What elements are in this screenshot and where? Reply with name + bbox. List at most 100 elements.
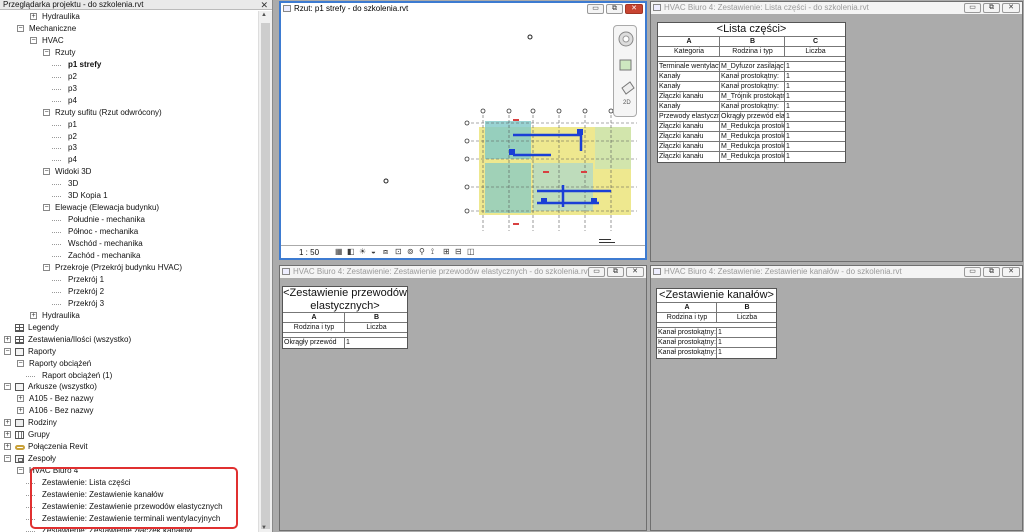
close-button[interactable]: ✕ bbox=[626, 267, 644, 277]
tree-item[interactable]: p3 bbox=[0, 142, 258, 154]
minimize-button[interactable]: ▭ bbox=[964, 3, 981, 13]
expand-icon[interactable]: + bbox=[17, 407, 24, 415]
collapse-icon[interactable]: − bbox=[17, 24, 24, 32]
table-row[interactable]: Kanały Kanał prostokątny: 1 bbox=[658, 72, 845, 82]
tree-item[interactable]: − Raporty obciążeń bbox=[0, 358, 258, 370]
table-row[interactable]: Kanał prostokątny: 1 bbox=[657, 338, 776, 348]
collapse-icon[interactable]: − bbox=[4, 455, 11, 463]
minimize-button[interactable]: ▭ bbox=[587, 4, 604, 14]
tree-item[interactable]: + Rodziny bbox=[0, 417, 258, 429]
detail-level-icon[interactable]: ▦ bbox=[335, 248, 343, 256]
column-letter-row[interactable]: AB bbox=[283, 313, 407, 323]
tree-item[interactable]: Legendy bbox=[0, 322, 258, 334]
tree-item[interactable]: + Hydraulika bbox=[0, 11, 258, 23]
table-row[interactable]: Złączki kanałuM_Redukcja prostokątna1 bbox=[658, 132, 845, 142]
close-button[interactable]: ✕ bbox=[1002, 3, 1020, 13]
table-row[interactable]: Złączki kanałuM_Redukcja prostokątna1 bbox=[658, 152, 845, 162]
window-title-bar[interactable]: HVAC Biuro 4: Zestawienie: Lista części … bbox=[651, 2, 1022, 14]
tree-item[interactable]: 3D Kopia 1 bbox=[0, 190, 258, 202]
collapse-icon[interactable]: − bbox=[43, 263, 50, 271]
expand-icon[interactable]: + bbox=[30, 311, 37, 319]
tree-item[interactable]: + A106 - Bez nazwy bbox=[0, 405, 258, 417]
close-button[interactable]: ✕ bbox=[625, 4, 643, 14]
temporary-hide-icon[interactable]: ⊚ bbox=[407, 248, 415, 256]
tree-item[interactable]: − Rzuty sufitu (Rzut odwrócony) bbox=[0, 107, 258, 119]
minimize-button[interactable]: ▭ bbox=[964, 267, 981, 277]
tree-item[interactable]: Raport obciążeń (1) bbox=[0, 370, 258, 382]
collapse-icon[interactable]: − bbox=[4, 383, 11, 391]
scrollbar-thumb[interactable] bbox=[261, 23, 270, 529]
sun-path-icon[interactable]: ☀ bbox=[359, 248, 367, 256]
window-flex-ducts-schedule[interactable]: HVAC Biuro 4: Zestawienie: Zestawienie p… bbox=[279, 265, 647, 531]
plan-canvas[interactable]: 2D 1 : 50 ▦ ◧ ☀ ◒ ⧈ ⊡ ⊚ ⚲ ⟟ ⊞ ⊟ ◫ bbox=[281, 15, 645, 258]
reveal-hidden-icon[interactable]: ⚲ bbox=[419, 248, 427, 256]
table-row[interactable]: Przewody elastyczneOkrągły przewód elast… bbox=[658, 112, 845, 122]
window-ducts-schedule[interactable]: HVAC Biuro 4: Zestawienie: Zestawienie k… bbox=[650, 265, 1023, 531]
constraints-icon[interactable]: ⊟ bbox=[455, 248, 463, 256]
tree-item[interactable]: − Arkusze (wszystko) bbox=[0, 381, 258, 393]
collapse-icon[interactable]: − bbox=[17, 467, 24, 475]
table-row[interactable]: Złączki kanałuM_Redukcja prostokątna1 bbox=[658, 122, 845, 132]
table-row[interactable]: Okrągły przewód 1 bbox=[283, 338, 407, 348]
schedule-canvas[interactable]: <Zestawienie kanałów> A B Rodzina i typ Licz… bbox=[651, 278, 1022, 530]
tree-item[interactable]: p1 bbox=[0, 119, 258, 131]
tree-item[interactable]: + Połączenia Revit bbox=[0, 441, 258, 453]
collapse-icon[interactable]: − bbox=[17, 359, 24, 367]
tree-item[interactable]: p1 strefy bbox=[0, 59, 258, 71]
expand-icon[interactable]: + bbox=[4, 431, 11, 439]
tree-item[interactable]: 3D bbox=[0, 178, 258, 190]
table-row[interactable]: Kanały Kanał prostokątny: 1 bbox=[658, 102, 845, 112]
window-title-bar[interactable]: Rzut: p1 strefy - do szkolenia.rvt ▭ ⧉ ✕ bbox=[281, 3, 645, 15]
tree-item[interactable]: p2 bbox=[0, 71, 258, 83]
collapse-icon[interactable]: − bbox=[4, 347, 11, 355]
tree-item[interactable]: − Zespoły bbox=[0, 453, 258, 465]
restore-button[interactable]: ⧉ bbox=[983, 3, 1000, 13]
tree-item[interactable]: p3 bbox=[0, 83, 258, 95]
collapse-icon[interactable]: − bbox=[43, 48, 50, 56]
parts-schedule-table[interactable]: <Lista części> A B C Kategoria Rodzina i typ L… bbox=[657, 22, 846, 163]
close-button[interactable]: ✕ bbox=[1002, 267, 1020, 277]
expand-icon[interactable]: + bbox=[30, 13, 37, 20]
tree-item[interactable]: − HVAC bbox=[0, 35, 258, 47]
tree-item[interactable]: Wschód - mechanika bbox=[0, 238, 258, 250]
flex-ducts-schedule-table[interactable]: <Zestawienie przewodów elastycznych> A B Ro… bbox=[282, 286, 408, 349]
tree-item[interactable]: − Rzuty bbox=[0, 47, 258, 59]
shadows-icon[interactable]: ◒ bbox=[371, 248, 379, 256]
visual-style-icon[interactable]: ◧ bbox=[347, 248, 355, 256]
minimize-button[interactable]: ▭ bbox=[588, 267, 605, 277]
ducts-schedule-table[interactable]: <Zestawienie kanałów> A B Rodzina i typ Licz… bbox=[656, 288, 777, 359]
view-scale[interactable]: 1 : 50 bbox=[299, 247, 319, 258]
collapse-icon[interactable]: − bbox=[43, 168, 50, 176]
tree-item[interactable]: Przekrój 1 bbox=[0, 274, 258, 286]
tree-scrollbar[interactable]: ▲ ▼ bbox=[258, 11, 272, 532]
tree-item[interactable]: Przekrój 3 bbox=[0, 298, 258, 310]
tree-item[interactable]: + Zestawienia/Ilości (wszystko) bbox=[0, 334, 258, 346]
tree-item[interactable]: Zachód - mechanika bbox=[0, 250, 258, 262]
scroll-up-icon[interactable]: ▲ bbox=[261, 12, 267, 18]
expand-icon[interactable]: + bbox=[4, 443, 11, 451]
tree-item[interactable]: p4 bbox=[0, 95, 258, 107]
expand-icon[interactable]: + bbox=[4, 335, 11, 343]
column-letter-row[interactable]: AB C bbox=[658, 37, 845, 47]
table-row[interactable]: Kanał prostokątny: 1 bbox=[657, 328, 776, 338]
tree-item[interactable]: Przekrój 2 bbox=[0, 286, 258, 298]
window-title-bar[interactable]: HVAC Biuro 4: Zestawienie: Zestawienie p… bbox=[280, 266, 646, 278]
tree-item[interactable]: Północ - mechanika bbox=[0, 226, 258, 238]
column-letter-row[interactable]: AB bbox=[657, 303, 776, 313]
tree-item[interactable]: − Elewacje (Elewacja budynku) bbox=[0, 202, 258, 214]
column-header-row[interactable]: Kategoria Rodzina i typ Liczba bbox=[658, 47, 845, 57]
analytical-model-icon[interactable]: ⟟ bbox=[431, 248, 439, 256]
table-row[interactable]: Złączki kanałuM_Redukcja prostokątna1 bbox=[658, 142, 845, 152]
restore-button[interactable]: ⧉ bbox=[607, 267, 624, 277]
tree-item[interactable]: − Widoki 3D bbox=[0, 166, 258, 178]
table-row[interactable]: Kanał prostokątny: 1 bbox=[657, 348, 776, 358]
window-title-bar[interactable]: HVAC Biuro 4: Zestawienie: Zestawienie k… bbox=[651, 266, 1022, 278]
tree-item[interactable]: Południe - mechanika bbox=[0, 214, 258, 226]
column-header-row[interactable]: Rodzina i typ Liczba bbox=[657, 313, 776, 323]
tree-item[interactable]: + Grupy bbox=[0, 429, 258, 441]
tree-item[interactable]: p2 bbox=[0, 131, 258, 143]
tree-item[interactable]: + Hydraulika bbox=[0, 310, 258, 322]
window-plan-view[interactable]: Rzut: p1 strefy - do szkolenia.rvt ▭ ⧉ ✕ bbox=[279, 1, 647, 260]
close-icon[interactable]: ✕ bbox=[260, 0, 268, 10]
expand-icon[interactable]: + bbox=[17, 395, 24, 403]
